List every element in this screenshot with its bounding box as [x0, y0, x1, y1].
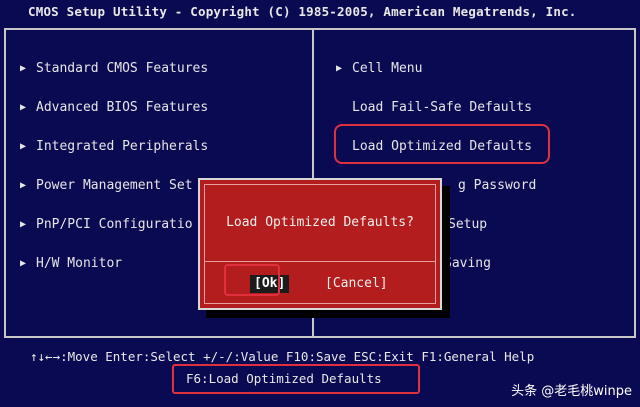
triangle-right-icon: ▶: [20, 102, 27, 113]
menu-item-label: Power Management Set: [36, 178, 193, 193]
menu-item-label: H/W Monitor: [36, 256, 123, 271]
menu-item-cell-menu[interactable]: ▶ Cell Menu: [336, 58, 636, 97]
window-title: CMOS Setup Utility - Copyright (C) 1985-…: [0, 0, 640, 24]
menu-item-label: Integrated Peripherals: [36, 139, 209, 154]
menu-item-label: Saving: [444, 256, 491, 271]
dialog-title: Load Optimized Defaults?: [226, 215, 414, 230]
triangle-right-icon: ▶: [336, 63, 343, 74]
ok-highlight: [224, 264, 280, 296]
menu-item-label: Load Fail-Safe Defaults: [352, 100, 533, 115]
cancel-button[interactable]: [Cancel]: [325, 275, 388, 293]
menu-item-label: Advanced BIOS Features: [36, 100, 209, 115]
triangle-right-icon: ▶: [20, 219, 27, 230]
triangle-right-icon: ▶: [20, 258, 27, 269]
triangle-right-icon: ▶: [20, 180, 27, 191]
menu-item-integrated-peripherals[interactable]: ▶ Integrated Peripherals: [20, 136, 310, 175]
load-optimized-highlight: [334, 124, 550, 164]
f6-highlight: [172, 364, 420, 394]
menu-item-advanced-bios[interactable]: ▶ Advanced BIOS Features: [20, 97, 310, 136]
triangle-right-icon: ▶: [20, 141, 27, 152]
triangle-right-icon: ▶: [20, 63, 27, 74]
menu-item-label: PnP/PCI Configuratio: [36, 217, 193, 232]
menu-item-standard-cmos[interactable]: ▶ Standard CMOS Features: [20, 58, 310, 97]
key-help-line: ↑↓←→:Move Enter:Select +/-/:Value F10:Sa…: [30, 349, 535, 364]
menu-item-label: Cell Menu: [352, 61, 423, 76]
dialog-separator: [205, 261, 435, 262]
menu-item-label: Standard CMOS Features: [36, 61, 209, 76]
watermark: 头条 @老毛桃winpe: [511, 384, 632, 399]
menu-item-label: g Password: [458, 178, 537, 193]
menu-item-label: Setup: [448, 217, 488, 232]
